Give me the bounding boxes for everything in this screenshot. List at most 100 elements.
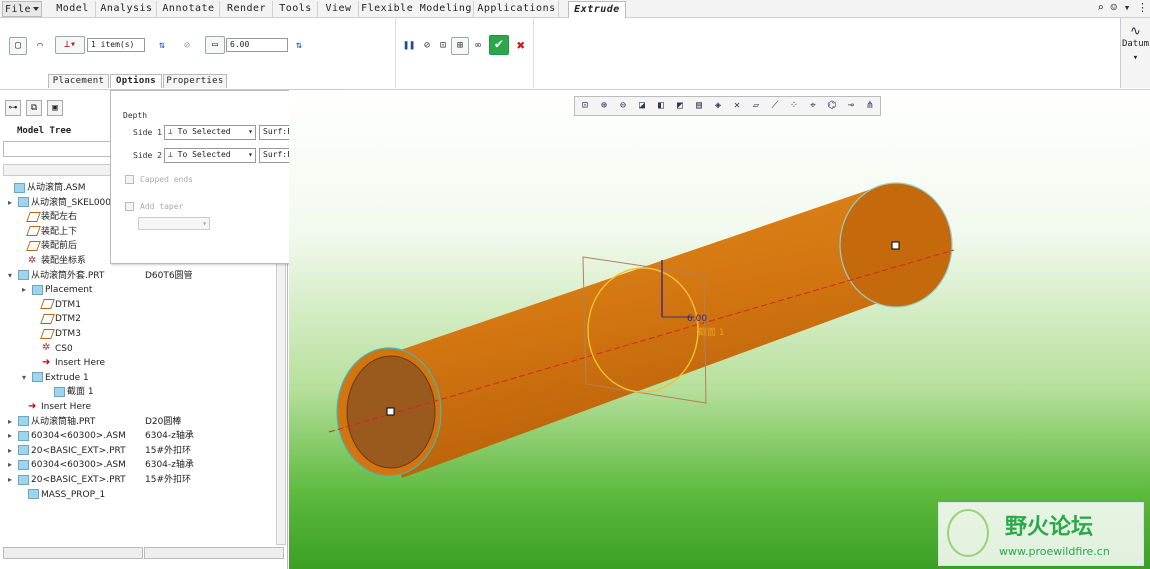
tree-row[interactable]: ▸ 60304<60300>.ASM xyxy=(8,458,126,472)
more-icon[interactable]: ⋮ xyxy=(1137,1,1148,14)
expand-icon[interactable]: ▸ xyxy=(8,444,18,458)
insert-arrow-icon: ➜ xyxy=(28,400,37,412)
tree-row-label: 从动滚筒.ASM xyxy=(27,183,86,193)
capped-ends-label: Capped ends xyxy=(140,175,193,184)
tab-view[interactable]: View xyxy=(319,1,359,17)
axis-handle[interactable] xyxy=(386,407,395,416)
model-tree-title: Model Tree xyxy=(17,126,72,136)
side2-mode-value: To Selected xyxy=(177,150,231,159)
glasses-icon[interactable]: ∞ xyxy=(469,37,487,55)
tree-row-label: 20<BASIC_EXT>.PRT xyxy=(31,445,126,456)
solid-extrude-icon[interactable]: ▢ xyxy=(9,37,27,55)
tab-flexible-modeling[interactable]: Flexible Modeling xyxy=(360,1,474,17)
tab-analysis[interactable]: Analysis xyxy=(97,1,157,17)
divider xyxy=(533,18,534,88)
tab-render[interactable]: Render xyxy=(221,1,273,17)
expand-icon[interactable]: ▸ xyxy=(8,473,18,487)
tree-row[interactable]: ▾ 从动滚筒外套.PRT xyxy=(8,269,104,283)
menu-bar: File Model Analysis Annotate Render Tool… xyxy=(0,0,1150,19)
search-icon[interactable]: ⌕ xyxy=(1097,1,1104,14)
taper-select[interactable]: ▾ xyxy=(138,217,210,230)
part-icon xyxy=(18,270,29,281)
tree-row[interactable]: ✲ CS0 xyxy=(32,342,73,356)
tab-options[interactable]: Options xyxy=(110,74,162,88)
tab-annotate[interactable]: Annotate xyxy=(158,1,220,17)
expand-icon[interactable]: ▸ xyxy=(8,458,18,472)
tree-row[interactable]: ➜ Insert Here xyxy=(32,356,105,370)
tree-row[interactable]: 从动滚筒.ASM xyxy=(4,181,86,195)
tube-body[interactable] xyxy=(377,183,905,478)
tree-row[interactable]: 装配左右 xyxy=(18,210,77,224)
tree-row[interactable]: DTM2 xyxy=(32,312,81,326)
tree-row[interactable]: ▸ 20<BASIC_EXT>.PRT xyxy=(8,444,126,458)
thicken-icon[interactable]: ▭ xyxy=(205,36,225,54)
datum-group[interactable]: ∿ Datum ▾ xyxy=(1120,18,1150,88)
tree-row[interactable]: DTM1 xyxy=(32,298,81,312)
to-selected-icon: ⊥ xyxy=(168,127,178,136)
tree-row-label: CS0 xyxy=(55,343,73,354)
tab-model[interactable]: Model xyxy=(50,1,96,17)
folder-icon[interactable]: ▣ xyxy=(47,100,63,116)
tree-row[interactable]: ▸ 60304<60300>.ASM xyxy=(8,429,126,443)
csys-icon: ✲ xyxy=(42,342,51,354)
remove-material-icon[interactable]: ⊘ xyxy=(178,37,196,55)
tree-row[interactable]: ▾ Extrude 1 xyxy=(22,371,89,385)
file-menu[interactable]: File xyxy=(2,1,42,17)
cancel-icon[interactable]: ✖ xyxy=(512,37,530,55)
surface-extrude-icon[interactable]: ⌒ xyxy=(31,37,49,55)
tree-row[interactable]: ▸ Placement xyxy=(22,283,92,297)
horizontal-scrollbar[interactable] xyxy=(3,547,143,559)
horizontal-scrollbar-2[interactable] xyxy=(144,547,284,559)
flip-direction-icon[interactable]: ⇅ xyxy=(153,37,171,55)
tab-tools[interactable]: Tools xyxy=(274,1,318,17)
tree-row[interactable]: DTM3 xyxy=(32,327,81,341)
datum-plane-icon xyxy=(40,313,55,324)
item-count-field[interactable]: 1 item(s) xyxy=(87,38,145,52)
tree-row[interactable]: ▸ 从动滚筒轴.PRT xyxy=(8,415,95,429)
chevron-down-icon: ▾ xyxy=(248,150,253,159)
expand-icon[interactable]: ▸ xyxy=(8,429,18,443)
tree-row[interactable]: ✲ 装配坐标系 xyxy=(18,254,86,268)
tree-row[interactable]: ▸ 20<BASIC_EXT>.PRT xyxy=(8,473,126,487)
part-icon xyxy=(32,372,43,383)
expand-icon[interactable]: ▾ xyxy=(22,371,32,385)
tab-extrude[interactable]: Extrude xyxy=(568,1,626,19)
tree-row[interactable]: 截面 1 xyxy=(44,385,94,399)
part-icon xyxy=(18,474,29,485)
tree-row-param: D20圆棒 xyxy=(145,416,182,427)
expand-icon[interactable]: ▸ xyxy=(8,415,18,429)
pause-icon[interactable]: ❚❚ xyxy=(400,37,418,55)
help-icon[interactable]: ☺ xyxy=(1111,1,1118,14)
tree-row[interactable]: 装配前后 xyxy=(18,239,77,253)
side2-mode-select[interactable]: ⊥ To Selected ▾ xyxy=(164,148,256,163)
tab-properties[interactable]: Properties xyxy=(163,74,227,88)
tree-row-label: 从动滚筒轴.PRT xyxy=(31,416,96,427)
chevron-down-icon[interactable]: ▾ xyxy=(1124,1,1131,14)
tree-row[interactable]: ➜ Insert Here xyxy=(18,400,91,414)
tree-row-label: 截面 1 xyxy=(67,387,94,398)
graphics-viewport[interactable]: ⊡ ⊕ ⊖ ◪ ◧ ◩ ▤ ◈ ✕ ▱ ⟋ ⁘ ⌖ ⌬ ⊸ ⋔ 6.00 截面 … xyxy=(289,90,1150,569)
tree-row-param: 6304-z轴承 xyxy=(145,460,194,471)
expand-icon[interactable]: ▸ xyxy=(8,196,18,210)
model-canvas: 6.00 截面 1 xyxy=(328,182,955,478)
tree-row[interactable]: MASS_PROP_1 xyxy=(18,488,105,502)
capped-ends-checkbox[interactable] xyxy=(125,175,134,184)
depth-dimension[interactable]: 6.00 xyxy=(687,314,707,324)
confirm-icon[interactable]: ✔ xyxy=(489,35,509,55)
depth-option-icon[interactable]: ⊥▾ xyxy=(55,36,85,54)
flip-thickness-icon[interactable]: ⇅ xyxy=(290,37,308,55)
depth-value-field[interactable]: 6.00 xyxy=(226,38,288,52)
expand-icon[interactable]: ▾ xyxy=(8,269,18,283)
layer-icon[interactable]: ⧉ xyxy=(26,100,42,116)
datum-plane-icon xyxy=(26,240,41,251)
expand-icon[interactable]: ▸ xyxy=(22,283,32,297)
tree-row[interactable]: 装配上下 xyxy=(18,225,77,239)
verify-icon[interactable]: ⊞ xyxy=(451,37,469,55)
tree-view-icon[interactable]: ⊶ xyxy=(5,100,21,116)
tab-applications[interactable]: Applications xyxy=(475,1,559,17)
tab-placement[interactable]: Placement xyxy=(48,74,109,88)
preview-icon[interactable]: ⊡ xyxy=(434,37,452,55)
axis-handle-far[interactable] xyxy=(891,241,900,250)
side1-mode-select[interactable]: ⊥ To Selected ▾ xyxy=(164,125,256,140)
add-taper-checkbox[interactable] xyxy=(125,202,134,211)
